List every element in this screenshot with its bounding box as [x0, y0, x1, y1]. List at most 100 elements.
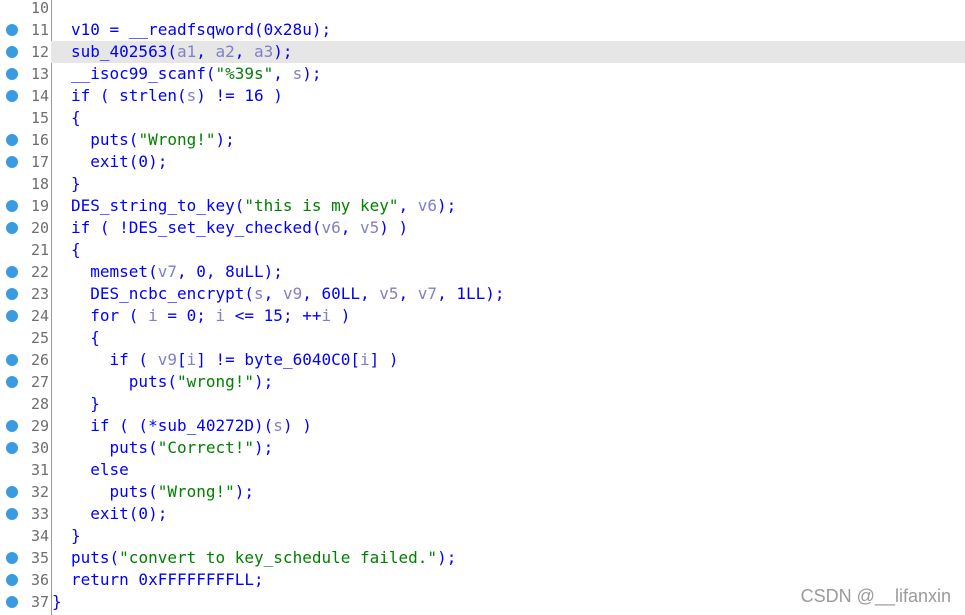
string-literal[interactable]: "this is my key" [244, 196, 398, 215]
code-token[interactable]: if ( strlen( [71, 86, 187, 105]
code-token[interactable]: memset( [90, 262, 157, 281]
code-token[interactable]: v10 = __readfsqword(0x28u); [71, 20, 331, 39]
code-text[interactable]: } [71, 525, 81, 547]
code-text[interactable]: { [71, 239, 81, 261]
code-text[interactable]: sub_402563(a1, a2, a3); [71, 41, 293, 63]
variable-token[interactable]: v7 [158, 262, 177, 281]
variable-token[interactable]: v7 [418, 284, 437, 303]
string-literal[interactable]: "%39s" [216, 64, 274, 83]
code-line[interactable]: 35 puts("convert to key_schedule failed."… [0, 547, 965, 569]
code-token[interactable]: [ [177, 350, 187, 369]
variable-token[interactable]: s [273, 416, 283, 435]
code-token[interactable]: puts( [110, 482, 158, 501]
breakpoint-dot-icon[interactable] [6, 24, 18, 36]
code-token[interactable]: , [235, 42, 254, 61]
code-text[interactable]: } [52, 591, 62, 613]
code-text[interactable]: for ( i = 0; i <= 15; ++i ) [71, 305, 350, 327]
variable-token[interactable]: v9 [158, 350, 177, 369]
variable-token[interactable]: a1 [177, 42, 196, 61]
code-text[interactable]: exit(0); [71, 151, 167, 173]
code-token[interactable]: ) ) [283, 416, 312, 435]
code-token[interactable]: , [273, 64, 292, 83]
code-token[interactable]: <= 15; ++ [225, 306, 322, 325]
string-literal[interactable]: "Wrong!" [138, 130, 215, 149]
code-token[interactable]: , [399, 196, 418, 215]
variable-token[interactable]: s [293, 64, 303, 83]
code-line[interactable]: 21 { [0, 239, 965, 261]
code-line[interactable]: 11 v10 = __readfsqword(0x28u); [0, 19, 965, 41]
code-token[interactable]: , [196, 42, 215, 61]
code-token[interactable]: { [71, 240, 81, 259]
code-token[interactable]: puts( [129, 372, 177, 391]
variable-token[interactable]: v6 [321, 218, 340, 237]
code-text[interactable]: exit(0); [71, 503, 167, 525]
variable-token[interactable]: a2 [216, 42, 235, 61]
breakpoint-dot-icon[interactable] [6, 288, 18, 300]
code-text[interactable]: puts("Correct!"); [71, 437, 274, 459]
code-token[interactable]: __isoc99_scanf( [71, 64, 216, 83]
code-text[interactable]: __isoc99_scanf("%39s", s); [71, 63, 321, 85]
variable-token[interactable]: v5 [360, 218, 379, 237]
code-text[interactable]: if ( (*sub_40272D)(s) ) [71, 415, 312, 437]
code-text[interactable]: } [71, 173, 81, 195]
code-line[interactable]: 15 { [0, 107, 965, 129]
code-token[interactable]: { [90, 328, 100, 347]
code-text[interactable]: { [71, 107, 81, 129]
code-token[interactable]: else [90, 460, 129, 479]
code-token[interactable]: DES_string_to_key( [71, 196, 244, 215]
code-text[interactable]: if ( strlen(s) != 16 ) [71, 85, 283, 107]
code-line[interactable]: 22 memset(v7, 0, 8uLL); [0, 261, 965, 283]
variable-token[interactable]: i [187, 350, 197, 369]
code-token[interactable]: ); [302, 64, 321, 83]
code-token[interactable]: puts( [71, 548, 119, 567]
breakpoint-dot-icon[interactable] [6, 486, 18, 498]
code-line[interactable]: 30 puts("Correct!"); [0, 437, 965, 459]
code-token[interactable]: sub_402563( [71, 42, 177, 61]
code-line[interactable]: 12 sub_402563(a1, a2, a3); [6, 41, 965, 63]
code-line[interactable]: 20 if ( !DES_set_key_checked(v6, v5) ) [0, 217, 965, 239]
code-token[interactable]: } [52, 592, 62, 611]
code-token[interactable]: if ( [110, 350, 158, 369]
code-text[interactable]: { [71, 327, 100, 349]
code-token[interactable]: ); [235, 482, 254, 501]
code-token[interactable]: ] != byte_6040C0[ [196, 350, 360, 369]
code-text[interactable]: return 0xFFFFFFFFLL; [71, 569, 264, 591]
code-token[interactable]: ) [331, 306, 351, 325]
variable-token[interactable]: i [148, 306, 158, 325]
code-line[interactable]: 10 [0, 0, 965, 19]
breakpoint-dot-icon[interactable] [6, 90, 18, 102]
breakpoint-dot-icon[interactable] [6, 596, 18, 608]
code-token[interactable]: ) ) [379, 218, 408, 237]
pseudocode-editor[interactable]: 10 11 v10 = __readfsqword(0x28u); 12 sub_402… [0, 0, 965, 615]
string-literal[interactable]: "Wrong!" [158, 482, 235, 501]
code-token[interactable]: , [264, 284, 283, 303]
code-token[interactable]: , [341, 218, 360, 237]
variable-token[interactable]: a3 [254, 42, 273, 61]
code-token[interactable]: return 0xFFFFFFFFLL; [71, 570, 264, 589]
code-line[interactable]: 13 __isoc99_scanf("%39s", s); [0, 63, 965, 85]
code-line[interactable]: 25 { [0, 327, 965, 349]
code-text[interactable]: DES_string_to_key("this is my key", v6); [71, 195, 456, 217]
variable-token[interactable]: v6 [418, 196, 437, 215]
string-literal[interactable]: "Correct!" [158, 438, 254, 457]
code-line[interactable]: 32 puts("Wrong!"); [0, 481, 965, 503]
code-token[interactable]: } [71, 174, 81, 193]
code-line[interactable]: 14 if ( strlen(s) != 16 ) [0, 85, 965, 107]
code-text[interactable]: if ( !DES_set_key_checked(v6, v5) ) [71, 217, 408, 239]
code-text[interactable]: puts("Wrong!"); [71, 129, 235, 151]
variable-token[interactable]: v5 [379, 284, 398, 303]
variable-token[interactable]: s [187, 86, 197, 105]
code-token[interactable]: puts( [110, 438, 158, 457]
code-line[interactable]: 27 puts("wrong!"); [0, 371, 965, 393]
code-token[interactable]: ); [273, 42, 292, 61]
code-token[interactable]: exit(0); [90, 152, 167, 171]
code-token[interactable]: , 60LL, [302, 284, 379, 303]
code-line[interactable]: 24 for ( i = 0; i <= 15; ++i ) [0, 305, 965, 327]
breakpoint-dot-icon[interactable] [6, 200, 18, 212]
code-text[interactable]: puts("convert to key_schedule failed."); [71, 547, 456, 569]
code-token[interactable]: = 0; [158, 306, 216, 325]
breakpoint-dot-icon[interactable] [6, 354, 18, 366]
code-token[interactable]: ); [254, 372, 273, 391]
code-token[interactable]: exit(0); [90, 504, 167, 523]
code-text[interactable]: puts("wrong!"); [71, 371, 274, 393]
